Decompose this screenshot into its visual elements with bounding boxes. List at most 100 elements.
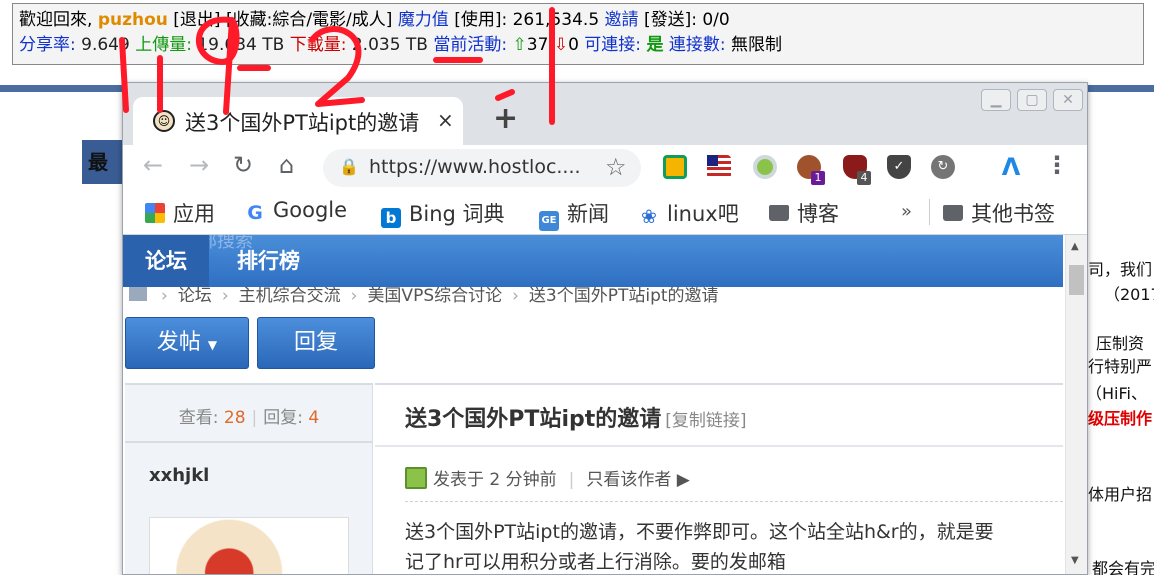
connections-value: 無限制 (730, 35, 782, 55)
paw-icon: ❀ (641, 206, 657, 228)
seeding-count: 37 (526, 35, 549, 55)
bookmark-linux-tieba[interactable]: ❀ linux吧 (639, 198, 739, 228)
background-text-fragment: （HiFi、 (1086, 384, 1147, 403)
nav-ranking-tab[interactable]: 排行榜 (215, 235, 322, 287)
bonus-used: [使用]: 261,534.5 (454, 10, 600, 30)
logout-link[interactable]: [退出] (173, 10, 220, 30)
activity-label: 當前活動: (433, 35, 508, 55)
bookmark-star-icon[interactable]: ☆ (605, 153, 627, 181)
extension-badge: 1 (811, 171, 825, 185)
extension-translate-icon[interactable] (663, 155, 687, 179)
divider (375, 445, 1063, 447)
breadcrumb-item[interactable]: 美国VPS综合讨论 (367, 286, 502, 306)
scroll-down-icon[interactable]: ▼ (1071, 555, 1079, 566)
page-content: 帖子全部搜索 论坛 排行榜 ›论坛›主机综合交流›美国VPS综合讨论›送3个国外… (123, 235, 1063, 574)
forward-icon[interactable]: → (189, 151, 209, 179)
bookmark-other-folder[interactable]: 其他书签 (943, 198, 1055, 228)
username-link[interactable]: puzhou (98, 10, 168, 30)
window-maximize-button[interactable]: ▢ (1017, 89, 1047, 111)
copy-link[interactable]: [复制链接] (665, 411, 746, 431)
ratio-value: 9.649 (81, 35, 130, 55)
extension-arrow-icon[interactable]: Λ (999, 155, 1023, 179)
breadcrumb-item[interactable]: 论坛 (178, 286, 212, 306)
post-body-line: 记了hr可以用积分或者上行消除。要的发邮箱 (405, 551, 786, 573)
thread-stats: 查看: 28 | 回复: 4 (178, 408, 320, 428)
breadcrumb: › 论坛 › 主机综合交流 › 美国VPS综合讨论 › 送3个国外PT站ipt的邀请 (129, 281, 719, 306)
extension-flag-icon[interactable] (707, 155, 731, 179)
views-count: 28 (223, 408, 246, 428)
bookmark-news[interactable]: GE 新闻 (539, 198, 609, 231)
browser-window: ☺ 送3个国外PT站ipt的邀请 × + ▁ ▢ ✕ ← → ↻ ⌂ 🔒 htt… (122, 82, 1088, 575)
extension-badge: 4 (857, 171, 871, 185)
only-author-link[interactable]: 只看该作者 (586, 470, 671, 490)
folder-icon (943, 205, 963, 221)
lock-icon[interactable]: 🔒 (339, 157, 359, 176)
extension-pocket-icon[interactable]: ✓ (887, 155, 911, 179)
post-body-line: 送3个国外PT站ipt的邀请，不要作弊即可。这个站全站h&r的，就是要 (405, 521, 994, 543)
breadcrumb-item[interactable]: 主机综合交流 (239, 286, 341, 306)
url-text[interactable]: https://www.hostloc.... (369, 156, 581, 178)
browser-menu-icon[interactable]: ⋮ (1045, 151, 1069, 179)
bing-icon: b (381, 208, 401, 228)
post-sidebar: 查看: 28 | 回复: 4 xxhjkl (125, 383, 373, 574)
leeching-arrow-icon: ⇩ (553, 35, 569, 55)
background-text-fragment: 体用户招 (1088, 485, 1153, 504)
bookmark-blog-folder[interactable]: 博客 (769, 198, 839, 228)
bookmarks-overflow-button[interactable]: » (901, 201, 912, 222)
upload-label: 上傳量: (135, 35, 192, 55)
forum-nav-bar: 帖子全部搜索 论坛 排行榜 (123, 235, 1063, 287)
invite-link[interactable]: 邀請 (605, 10, 639, 30)
folder-icon (769, 205, 789, 221)
upload-value: 19.634 TB (197, 35, 285, 55)
seeding-arrow-icon: ⇧ (512, 35, 527, 55)
divider (405, 501, 1063, 502)
extension-status-icon[interactable] (753, 155, 777, 179)
bookmarks-bar: 应用 G Google b Bing 词典 GE 新闻 ❀ linux吧 博客 » 其他… (123, 189, 1087, 235)
maximize-icon: ▢ (1025, 92, 1039, 108)
author-name[interactable]: xxhjkl (149, 465, 209, 486)
extension-monkey-icon[interactable]: 1 (797, 155, 825, 185)
reply-button[interactable]: 回复 (257, 317, 375, 369)
page-scrollbar[interactable]: ▲ ▼ (1065, 235, 1087, 574)
extension-ublock-icon[interactable]: 4 (843, 155, 871, 185)
breadcrumb-item[interactable]: 送3个国外PT站ipt的邀请 (529, 286, 719, 306)
new-post-button[interactable]: 发帖 ▼ (125, 317, 249, 369)
back-icon[interactable]: ← (143, 151, 163, 179)
bookmark-apps[interactable]: 应用 (145, 198, 215, 228)
nav-forum-tab[interactable]: 论坛 (123, 235, 209, 287)
avatar[interactable] (149, 517, 349, 574)
post-time: 发表于 2 分钟前 (433, 470, 557, 490)
tab-title: 送3个国外PT站ipt的邀请 (185, 111, 420, 135)
bookmark-google[interactable]: G Google (245, 198, 347, 223)
scroll-thumb[interactable] (1069, 265, 1084, 295)
apps-grid-icon (145, 203, 165, 223)
close-icon: ✕ (1062, 92, 1074, 108)
background-text-fragment: 压制资 (1096, 334, 1145, 353)
home-icon[interactable]: ⌂ (279, 151, 294, 179)
extension-sync-icon[interactable]: ↻ (931, 155, 955, 179)
dropdown-caret-icon: ▼ (207, 338, 218, 352)
google-icon: G (247, 202, 263, 224)
connectable-label: 可連接: (584, 35, 642, 55)
browser-toolbar: ← → ↻ ⌂ 🔒 https://www.hostloc.... ☆ 1 4 … (123, 145, 1087, 189)
minimize-icon: ▁ (990, 92, 1002, 108)
bookmark-bing[interactable]: b Bing 词典 (381, 198, 505, 228)
favorites-link[interactable]: [收藏:綜合/電影/成人] (226, 10, 392, 30)
home-icon[interactable] (129, 287, 147, 301)
window-close-button[interactable]: ✕ (1053, 89, 1083, 111)
user-info-bar: 歡迎回來, puzhou [退出] [收藏:綜合/電影/成人] 魔力值 [使用]… (12, 3, 1144, 65)
connections-label: 連接數: (668, 35, 726, 55)
new-tab-button[interactable]: + (493, 101, 518, 136)
active-tab[interactable]: ☺ 送3个国外PT站ipt的邀请 × (133, 97, 463, 145)
background-text-fragment: 都会有完 (1092, 559, 1154, 575)
divider (125, 441, 373, 443)
address-bar[interactable]: 🔒 https://www.hostloc.... ☆ (323, 149, 641, 187)
scroll-up-icon[interactable]: ▲ (1071, 241, 1079, 252)
bookmarks-divider (929, 199, 930, 225)
bonus-link[interactable]: 魔力值 (398, 10, 449, 30)
replies-count: 4 (308, 408, 320, 428)
window-minimize-button[interactable]: ▁ (981, 89, 1011, 111)
site-favicon-icon: ☺ (153, 110, 175, 132)
reload-icon[interactable]: ↻ (233, 151, 253, 179)
tab-close-icon[interactable]: × (437, 108, 454, 132)
